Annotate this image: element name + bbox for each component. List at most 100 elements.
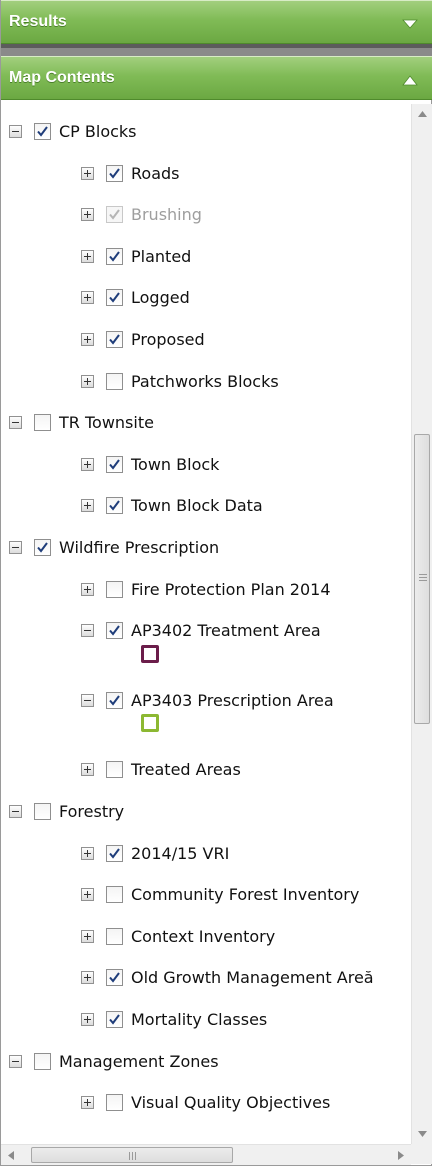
expand-icon[interactable] xyxy=(81,290,94,304)
collapse-icon[interactable] xyxy=(9,124,22,138)
layer-row-ap3402-treatment-area[interactable]: AP3402 Treatment Area xyxy=(81,615,321,645)
layer-checkbox[interactable] xyxy=(106,372,123,390)
collapse-icon[interactable] xyxy=(9,1054,22,1068)
scroll-up-arrow-icon[interactable] xyxy=(412,104,432,124)
expand-icon[interactable] xyxy=(81,498,94,512)
collapse-icon[interactable] xyxy=(81,693,94,707)
layer-label: Wildfire Prescription xyxy=(59,537,220,557)
layer-row-wildfire-prescription[interactable]: Wildfire Prescription xyxy=(9,532,219,562)
layer-checkbox[interactable] xyxy=(106,164,123,182)
expand-icon[interactable] xyxy=(81,1012,94,1026)
layer-row-logged[interactable]: Logged xyxy=(81,282,190,312)
map-contents-title: Map Contents xyxy=(9,69,115,86)
chevron-down-icon xyxy=(402,19,418,29)
expand-icon[interactable] xyxy=(81,207,94,221)
layer-label: Forestry xyxy=(59,801,125,821)
layer-label: CP Blocks xyxy=(59,121,137,141)
expand-icon[interactable] xyxy=(81,762,94,776)
layer-label: Context Inventory xyxy=(131,926,276,946)
layer-checkbox[interactable] xyxy=(34,413,51,431)
scroll-down-arrow-icon[interactable] xyxy=(412,1124,432,1144)
horizontal-scroll-thumb[interactable] xyxy=(31,1147,233,1163)
layer-row-mortality-classes[interactable]: Mortality Classes xyxy=(81,1004,267,1034)
collapse-icon[interactable] xyxy=(9,804,22,818)
layer-checkbox[interactable] xyxy=(34,802,51,820)
layer-checkbox[interactable] xyxy=(106,580,123,598)
layer-checkbox[interactable] xyxy=(106,247,123,265)
layer-row-town-block[interactable]: Town Block xyxy=(81,449,219,479)
layer-checkbox[interactable] xyxy=(106,1010,123,1028)
collapse-icon[interactable] xyxy=(81,623,94,637)
layer-checkbox[interactable] xyxy=(34,122,51,140)
layer-checkbox[interactable] xyxy=(106,844,123,862)
layer-label: Town Block Data xyxy=(131,495,263,515)
expand-icon[interactable] xyxy=(81,929,94,943)
layer-checkbox[interactable] xyxy=(106,621,123,639)
layer-row-old-growth-management-area[interactable]: Old Growth Management Areă xyxy=(81,962,374,992)
layer-row-context-inventory[interactable]: Context Inventory xyxy=(81,921,275,951)
expand-icon[interactable] xyxy=(81,970,94,984)
results-header[interactable]: Results xyxy=(1,0,432,44)
expand-icon[interactable] xyxy=(81,374,94,388)
checkmark-icon xyxy=(37,541,48,553)
layer-row-treated-areas[interactable]: Treated Areas xyxy=(81,754,241,784)
layer-row-fire-protection-plan-2014[interactable]: Fire Protection Plan 2014 xyxy=(81,574,331,604)
layer-checkbox[interactable] xyxy=(34,1052,51,1070)
layer-label: TR Townsite xyxy=(59,412,154,432)
layer-checkbox[interactable] xyxy=(106,330,123,348)
layer-checkbox[interactable] xyxy=(106,885,123,903)
layer-row-patchworks-blocks[interactable]: Patchworks Blocks xyxy=(81,366,279,396)
layer-checkbox[interactable] xyxy=(106,760,123,778)
layer-checkbox[interactable] xyxy=(106,455,123,473)
layer-checkbox[interactable] xyxy=(106,496,123,514)
layer-row-roads[interactable]: Roads xyxy=(81,158,179,188)
layer-checkbox[interactable] xyxy=(106,288,123,306)
expand-icon[interactable] xyxy=(81,166,94,180)
layer-checkbox[interactable] xyxy=(34,538,51,556)
vertical-scrollbar[interactable] xyxy=(411,104,432,1144)
checkmark-icon xyxy=(109,499,120,511)
layer-checkbox[interactable] xyxy=(106,927,123,945)
map-contents-header[interactable]: Map Contents xyxy=(1,56,432,100)
layer-checkbox[interactable] xyxy=(106,1093,123,1111)
horizontal-scrollbar[interactable] xyxy=(1,1144,411,1165)
layer-checkbox[interactable] xyxy=(106,691,123,709)
expand-icon[interactable] xyxy=(81,457,94,471)
layer-row-management-zones[interactable]: Management Zones xyxy=(9,1046,219,1076)
layer-row-brushing[interactable]: Brushing xyxy=(81,199,202,229)
layer-row-vri-2014-15[interactable]: 2014/15 VRI xyxy=(81,838,229,868)
layer-label: Old Growth Management Areă xyxy=(131,967,374,987)
expand-icon[interactable] xyxy=(81,249,94,263)
expand-icon[interactable] xyxy=(81,332,94,346)
layer-row-visual-quality-objectives[interactable]: Visual Quality Objectives xyxy=(81,1087,330,1117)
layer-row-cp-blocks[interactable]: CP Blocks xyxy=(9,116,137,146)
collapse-icon[interactable] xyxy=(9,540,22,554)
layer-row-community-forest-inventory[interactable]: Community Forest Inventory xyxy=(81,879,359,909)
layer-checkbox xyxy=(106,205,123,223)
scrollbar-corner xyxy=(411,1144,432,1164)
layer-checkbox[interactable] xyxy=(106,968,123,986)
layer-label: AP3403 Prescription Area xyxy=(131,690,334,710)
checkmark-icon xyxy=(109,624,120,636)
checkmark-icon xyxy=(109,208,120,220)
layer-row-ap3403-prescription-area[interactable]: AP3403 Prescription Area xyxy=(81,685,334,715)
vertical-scroll-thumb[interactable] xyxy=(414,434,430,724)
checkmark-icon xyxy=(109,458,120,470)
checkmark-icon xyxy=(109,250,120,262)
layer-row-proposed[interactable]: Proposed xyxy=(81,324,205,354)
header-gap xyxy=(1,48,432,56)
layer-label: Community Forest Inventory xyxy=(131,884,360,904)
layer-row-forestry[interactable]: Forestry xyxy=(9,796,124,826)
scroll-left-arrow-icon[interactable] xyxy=(1,1145,21,1165)
scroll-right-arrow-icon[interactable] xyxy=(391,1145,411,1165)
collapse-icon[interactable] xyxy=(9,415,22,429)
expand-icon[interactable] xyxy=(81,582,94,596)
expand-icon[interactable] xyxy=(81,887,94,901)
layer-row-tr-townsite[interactable]: TR Townsite xyxy=(9,407,154,437)
expand-icon[interactable] xyxy=(81,1095,94,1109)
layer-row-planted[interactable]: Planted xyxy=(81,241,191,271)
layer-row-town-block-data[interactable]: Town Block Data xyxy=(81,490,263,520)
layer-label: Roads xyxy=(131,163,180,183)
expand-icon[interactable] xyxy=(81,846,94,860)
checkmark-icon xyxy=(109,167,120,179)
